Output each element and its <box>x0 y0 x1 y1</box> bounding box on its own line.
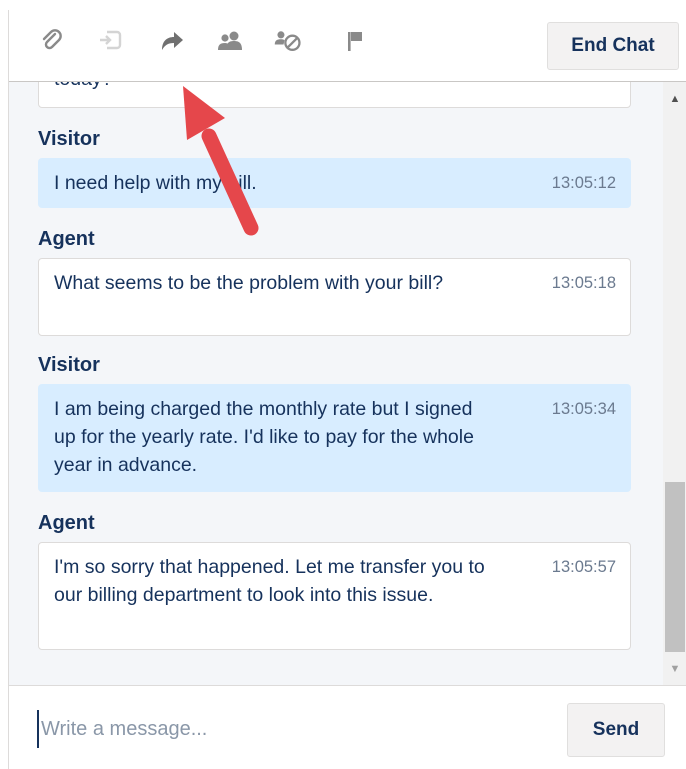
scroll-thumb[interactable] <box>665 482 685 652</box>
chat-window: End Chat today? Visitor I need help with… <box>8 10 686 769</box>
message-sender: Visitor <box>38 128 100 150</box>
transfer-arrow-icon[interactable] <box>157 26 187 56</box>
scroll-down-icon[interactable]: ▼ <box>663 660 686 678</box>
message-text: What seems to be the problem with your b… <box>54 272 444 294</box>
chat-toolbar: End Chat <box>9 10 686 82</box>
message-time: 13:05:34 <box>551 400 616 418</box>
annotation-arrow-icon <box>183 86 259 236</box>
chat-scrollbar[interactable]: ▲ ▼ <box>663 82 686 685</box>
conference-icon[interactable] <box>215 26 245 56</box>
attachment-icon[interactable] <box>37 26 67 56</box>
clipped-message: today? <box>38 82 631 108</box>
flag-icon[interactable] <box>340 26 370 56</box>
message-time: 13:05:18 <box>551 274 616 292</box>
block-visitor-icon[interactable] <box>273 26 303 56</box>
message-input[interactable] <box>37 710 543 748</box>
clipped-message-text: today? <box>54 82 113 93</box>
agent-message: I'm so sorry that happened. Let me trans… <box>38 542 631 650</box>
message-sender: Agent <box>38 228 95 250</box>
send-button[interactable]: Send <box>567 703 665 757</box>
agent-message: What seems to be the problem with your b… <box>38 258 631 336</box>
chat-log[interactable]: today? Visitor I need help with my bill.… <box>9 82 686 685</box>
message-text: I'm so sorry that happened. Let me trans… <box>54 556 485 606</box>
scroll-up-icon[interactable]: ▲ <box>663 90 686 108</box>
message-time: 13:05:57 <box>551 558 616 576</box>
end-chat-button[interactable]: End Chat <box>547 22 679 70</box>
message-sender: Visitor <box>38 354 100 376</box>
message-composer: Send <box>9 685 686 769</box>
message-sender: Agent <box>38 512 95 534</box>
visitor-message: I am being charged the monthly rate but … <box>38 384 631 492</box>
visitor-message: I need help with my bill. 13:05:12 <box>38 158 631 208</box>
message-text: I am being charged the monthly rate but … <box>54 398 474 476</box>
message-time: 13:05:12 <box>551 174 616 192</box>
transfer-file-icon[interactable] <box>96 26 126 56</box>
